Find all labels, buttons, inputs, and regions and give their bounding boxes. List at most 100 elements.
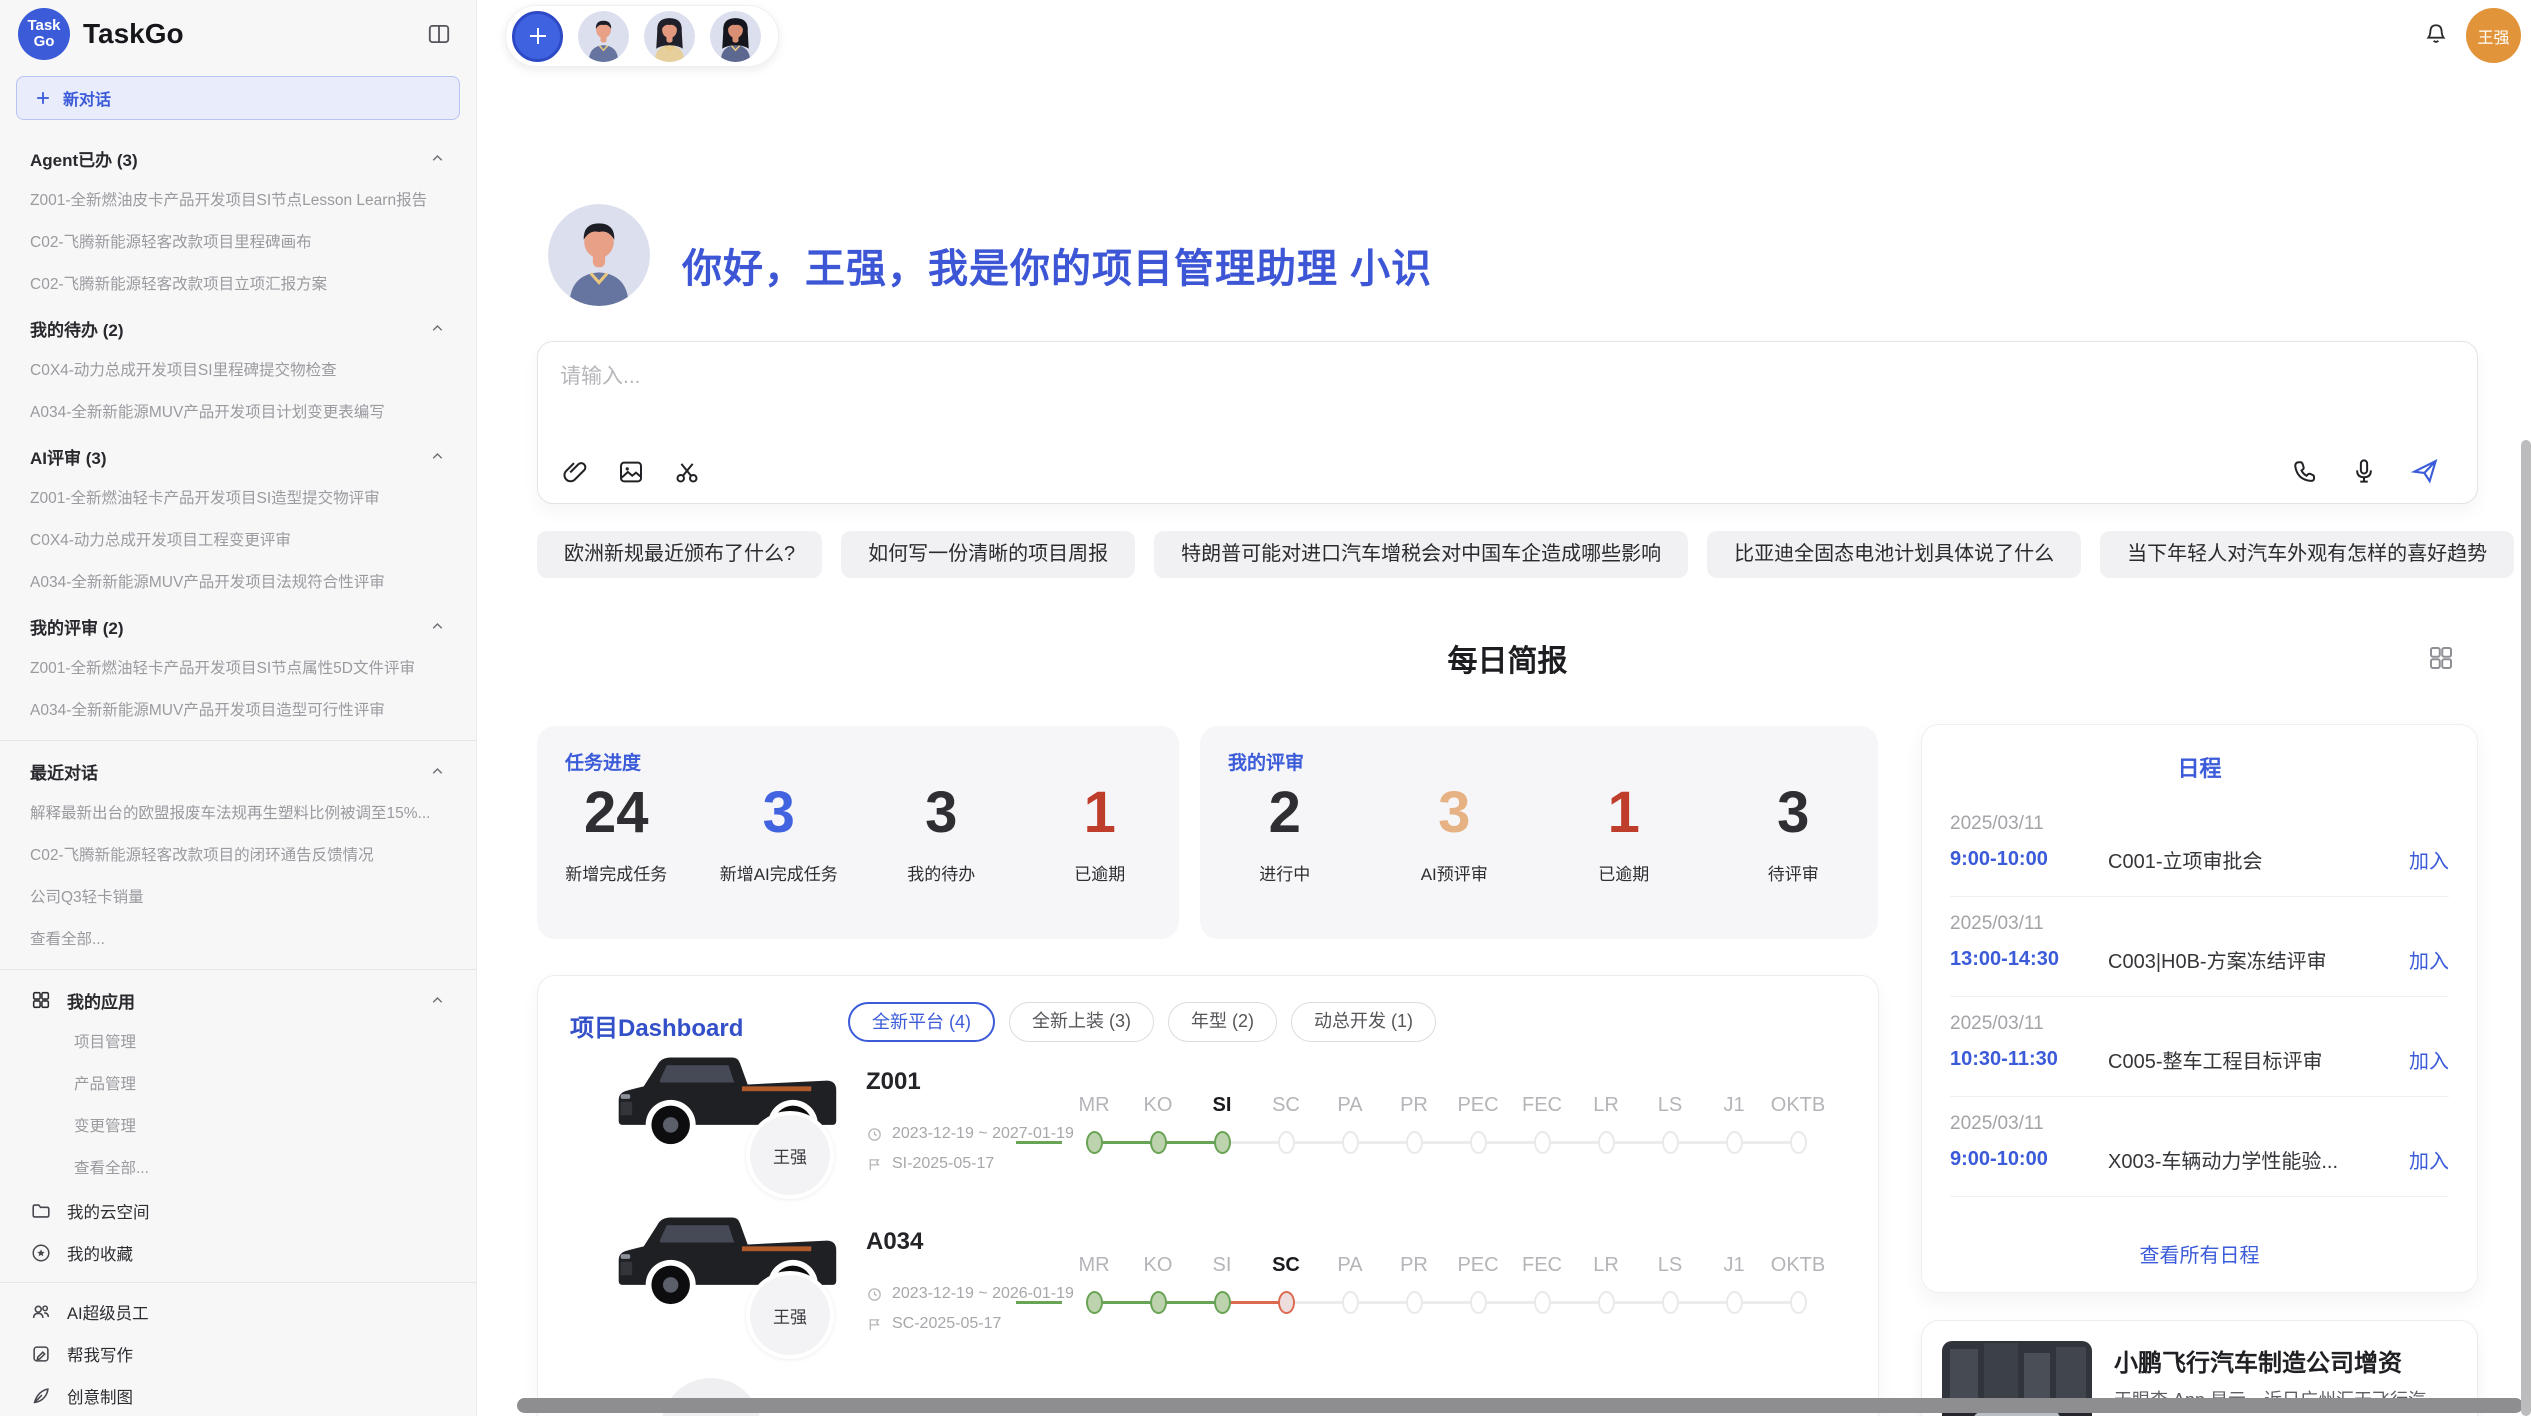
milestone-connector [1606,1141,1670,1144]
suggestion-chip[interactable]: 当下年轻人对汽车外观有怎样的喜好趋势 [2100,531,2514,578]
sidebar-item[interactable]: C02-飞腾新能源轻客改款项目立项汇报方案 [0,264,476,306]
chat-input[interactable] [560,360,2440,434]
suggestion-chip[interactable]: 如何写一份清晰的项目周报 [841,531,1135,578]
sidebar-group-header[interactable]: Agent已办 (3) [0,136,476,180]
milestone-node [1726,1291,1743,1314]
plus-icon [33,88,53,108]
sidebar-header: Task Go TaskGo [0,0,476,68]
sidebar-group-title: 我的评审 (2) [30,614,124,639]
sidebar-item[interactable]: A034-全新新能源MUV产品开发项目造型可行性评审 [0,690,476,732]
milestone-node [1662,1291,1679,1314]
sidebar-item[interactable]: A034-全新新能源MUV产品开发项目法规符合性评审 [0,562,476,604]
sidebar-tool-write[interactable]: 帮我写作 [0,1333,476,1375]
sidebar-tool-people[interactable]: AI超级员工 [0,1291,476,1333]
milestone-connector [1414,1141,1478,1144]
sidebar-group-header[interactable]: 我的待办 (2) [0,306,476,350]
event-name: X003-车辆动力学性能验... [2108,1145,2397,1174]
app-item[interactable]: 变更管理 [0,1106,476,1148]
suggestion-chip[interactable]: 特朗普可能对进口汽车增税会对中国车企造成哪些影响 [1154,531,1688,578]
vertical-scrollbar[interactable] [2521,440,2531,1416]
milestone: LS [1638,1093,1702,1154]
mic-icon[interactable] [2349,456,2379,486]
attachment-icon[interactable] [560,457,590,487]
join-event-link[interactable]: 加入 [2409,845,2449,874]
add-session-button[interactable] [512,11,563,62]
chat-composer [537,341,2478,504]
milestone: MR [1062,1093,1126,1154]
milestone-label: OKTB [1771,1093,1825,1117]
phone-icon[interactable] [2289,456,2319,486]
app-item[interactable]: 产品管理 [0,1064,476,1106]
stat-column: 3我的待办 [886,782,996,885]
new-chat-button[interactable]: 新对话 [16,76,460,120]
recent-chat-item[interactable]: 解释最新出台的欧盟报废车法规再生塑料比例被调至15%... [0,793,476,835]
member-avatar-3[interactable] [710,11,761,62]
suggestion-chip[interactable]: 欧洲新规最近颁布了什么? [537,531,822,578]
stat-label: 进行中 [1259,860,1310,885]
schedule-title: 日程 [1922,751,2477,783]
milestone-connector [1094,1301,1158,1304]
user-avatar[interactable]: 王强 [2466,8,2521,63]
milestone-connector [1478,1301,1542,1304]
sidebar-group-header[interactable]: 最近对话 [0,749,476,793]
milestone-label: FEC [1522,1253,1562,1277]
sidebar-group-header[interactable]: 我的评审 (2) [0,604,476,648]
suggestion-chips: 欧洲新规最近颁布了什么? 如何写一份清晰的项目周报特朗普可能对进口汽车增税会对中国… [537,531,2514,578]
sidebar-link-folder[interactable]: 我的云空间 [0,1190,476,1232]
join-event-link[interactable]: 加入 [2409,1145,2449,1174]
stat-value: 1 [1084,782,1116,844]
milestone-label: KO [1144,1253,1173,1277]
view-all-recent-link[interactable]: 查看全部... [0,919,476,961]
view-all-apps-link[interactable]: 查看全部... [0,1148,476,1190]
sidebar-item[interactable]: Z001-全新燃油轻卡产品开发项目SI节点属性5D文件评审 [0,648,476,690]
scissors-icon[interactable] [672,457,702,487]
sidebar-link-label: 我的云空间 [67,1199,150,1223]
milestone: SI [1190,1093,1254,1154]
milestone-label: SI [1213,1093,1232,1117]
stat-column: 1已逾期 [1045,782,1155,885]
app-item[interactable]: 项目管理 [0,1022,476,1064]
sidebar-item[interactable]: C02-飞腾新能源轻客改款项目里程碑画布 [0,222,476,264]
milestone-node [1086,1291,1103,1314]
sidebar-item[interactable]: A034-全新新能源MUV产品开发项目计划变更表编写 [0,392,476,434]
view-all-schedule-link[interactable]: 查看所有日程 [1922,1239,2477,1268]
task-progress-card: 任务进度24新增完成任务3新增AI完成任务3我的待办1已逾期 [537,726,1179,939]
horizontal-scrollbar[interactable] [517,1398,2523,1413]
member-avatar-2[interactable] [644,11,695,62]
sidebar-tool-feather[interactable]: 创意制图 [0,1375,476,1416]
sidebar-item[interactable]: Z001-全新燃油皮卡产品开发项目SI节点Lesson Learn报告 [0,180,476,222]
milestone: LR [1574,1093,1638,1154]
notification-bell-icon[interactable] [2422,20,2450,48]
event-row: 9:00-10:00X003-车辆动力学性能验...加入 [1950,1145,2449,1174]
collapse-sidebar-icon[interactable] [426,21,452,47]
sidebar-item[interactable]: C0X4-动力总成开发项目工程变更评审 [0,520,476,562]
milestone-label: LS [1658,1253,1682,1277]
send-icon[interactable] [2409,455,2441,487]
sidebar-item[interactable]: Z001-全新燃油轻卡产品开发项目SI造型提交物评审 [0,478,476,520]
project-row[interactable]: 王强A0342023-12-19 ~ 2026-01-19SC-2025-05-… [538,1184,1878,1344]
layout-grid-icon[interactable] [2426,643,2456,673]
stat-label: 待评审 [1768,860,1819,885]
member-avatar-1[interactable] [578,11,629,62]
milestone: PA [1318,1093,1382,1154]
recent-chat-item[interactable]: 公司Q3轻卡销量 [0,877,476,919]
stat-column: 3待评审 [1738,782,1848,885]
chevron-up-icon [429,150,446,167]
sidebar-divider [0,1282,476,1283]
sidebar-link-star-circle[interactable]: 我的收藏 [0,1232,476,1274]
sidebar-group-header[interactable]: AI评审 (3) [0,434,476,478]
milestone-node [1726,1131,1743,1154]
milestone-label: LS [1658,1093,1682,1117]
schedule-list: 2025/03/119:00-10:00C001-立项审批会加入2025/03/… [1950,797,2449,1197]
sidebar-group-header[interactable]: 我的应用 [0,978,476,1022]
milestone: PEC [1446,1093,1510,1154]
join-event-link[interactable]: 加入 [2409,1045,2449,1074]
project-row[interactable]: 王强Z0012023-12-19 ~ 2027-01-19SI-2025-05-… [538,1024,1878,1184]
join-event-link[interactable]: 加入 [2409,945,2449,974]
sidebar-item[interactable]: C0X4-动力总成开发项目SI里程碑提交物检查 [0,350,476,392]
suggestion-chip[interactable]: 比亚迪全固态电池计划具体说了什么 [1707,531,2081,578]
session-pill [505,5,779,67]
recent-chat-item[interactable]: C02-飞腾新能源轻客改款项目的闭环通告反馈情况 [0,835,476,877]
image-icon[interactable] [616,457,646,487]
sidebar-group-title: 最近对话 [30,759,98,784]
